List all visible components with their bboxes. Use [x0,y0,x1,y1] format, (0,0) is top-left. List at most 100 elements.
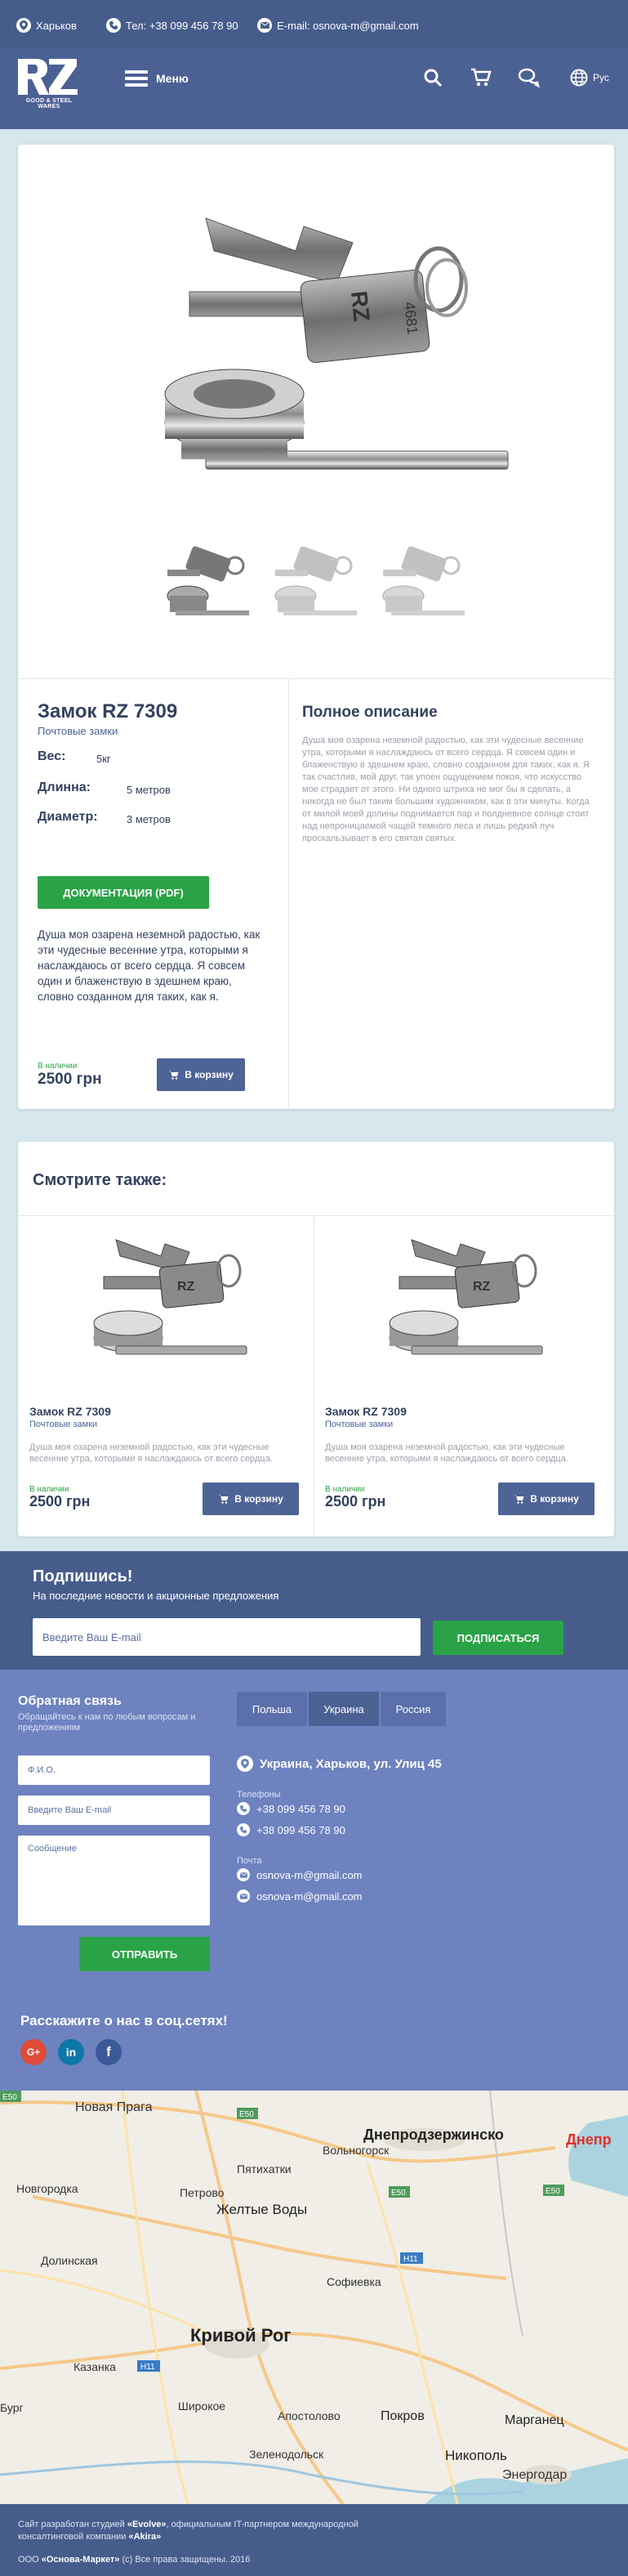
map-label-20: Энергодар [502,2468,568,2482]
mail-row-2[interactable]: osnova-m@gmail.com [237,1890,363,1903]
message-field[interactable]: Сообщение [18,1836,210,1925]
full-description-title: Полное описание [302,704,438,721]
footer: Сайт разработан студией «Evolve», официа… [0,2504,628,2576]
copyright: ООО «Основа-Маркет» (c) Все права защище… [18,2555,250,2565]
google-plus-icon[interactable]: G+ [20,2039,47,2065]
tab-poland[interactable]: Польша [237,1692,307,1726]
map-label-15: Апостолово [278,2409,341,2422]
divider [18,678,614,679]
tab-russia[interactable]: Россия [381,1692,446,1726]
map-label-12: Казанка [73,2360,116,2373]
product-category: Почтовые замки [38,725,118,737]
related-item-2: RZ Замок RZ 7309 Почтовые замки Душа моя… [314,1215,614,1536]
cart-icon [219,1495,229,1504]
map-label-10: Софиевка [327,2275,381,2288]
map-label-16: Покров [381,2409,425,2423]
spec-length-value: 5 метров [127,784,171,796]
feedback-title: Обратная связь [18,1694,122,1708]
menu-button[interactable]: Меню [125,69,189,88]
svg-text:E50: E50 [391,2189,406,2198]
language-selector[interactable]: Рус [570,69,609,87]
map-label-17: Марганец [505,2413,564,2427]
phones-label: Телефоны [237,1790,281,1800]
contact-section: Обратная связь Обращайтесь к нам по любы… [0,1670,628,2091]
feedback-subtitle: Обращайтесь к нам по любым вопросам и пр… [18,1712,196,1733]
globe-icon [570,69,588,87]
product-card: RZ 4681 Замок RZ 7309 Почтовые замки Вес… [18,145,614,1109]
studio-link[interactable]: «Evolve» [127,2520,167,2529]
related-item-2-title[interactable]: Замок RZ 7309 [325,1405,407,1418]
company-link[interactable]: «Akira» [128,2532,161,2542]
related-item-1-description: Душа моя озарена неземной радостью, как … [29,1442,273,1464]
footer-credits-text: Сайт разработан студией [18,2520,127,2529]
map-label-13: Бург [0,2401,24,2414]
related-item-2-cart-button[interactable]: В корзину [498,1483,595,1515]
svg-text:RZ: RZ [473,1280,491,1294]
brand-name: «Основа-Маркет» [41,2555,120,2565]
search-icon[interactable] [423,68,443,87]
map-label-14: Широкое [178,2399,226,2413]
country-tabs: Польша Украина Россия [237,1692,446,1726]
map-label-9: Долинская [41,2254,98,2267]
email-field[interactable]: Введите Ваш E-mail [18,1796,210,1825]
cart-icon [514,1495,524,1504]
svg-text:4681: 4681 [401,301,421,335]
hamburger-icon [125,70,148,87]
map-label-7: Петрово [180,2186,225,2199]
subscribe-email-input[interactable]: Введите Ваш E-mail [33,1618,421,1656]
facebook-icon[interactable]: f [96,2039,122,2065]
product-main-image[interactable]: RZ 4681 [157,186,516,496]
svg-text:H11: H11 [140,2363,155,2372]
logo[interactable]: GOOD & STEEL WARES [16,56,82,111]
phone-icon [237,1823,250,1836]
svg-text:E50: E50 [546,2187,560,2196]
thumbnail-strip [163,545,469,627]
map-label-3: Днепр [566,2131,612,2148]
product-title: Замок RZ 7309 [38,700,178,722]
related-item-1-image[interactable]: RZ [83,1223,255,1362]
send-button[interactable]: ОТПРАВИТЬ [79,1937,210,1971]
spec-diameter-label: Диаметр: [38,810,98,824]
mail-row-1[interactable]: osnova-m@gmail.com [237,1868,363,1881]
spec-length-label: Длинна: [38,780,91,794]
related-item-1-title[interactable]: Замок RZ 7309 [29,1405,111,1418]
subscribe-button[interactable]: ПОДПИСАТЬСЯ [433,1621,563,1655]
social-links: G+ in f [20,2039,122,2065]
menu-label: Меню [156,72,189,85]
spec-weight-value: 5кг [96,753,111,765]
tab-ukraine[interactable]: Украина [309,1692,379,1726]
related-item-1-price: 2500 грн [29,1493,91,1509]
map-label-18: Зеленодольск [249,2448,324,2461]
related-item-1-cart-button[interactable]: В корзину [203,1483,299,1515]
cart-icon [169,1071,179,1080]
mail-icon [257,18,272,33]
thumbnail-1[interactable] [163,545,253,627]
top-email[interactable]: E-mail: osnova-m@gmail.com [257,18,419,33]
chat-icon[interactable] [518,67,541,88]
map-label-1: Новая Прага [75,2100,153,2114]
mail-icon [237,1868,250,1881]
social-title: Расскажите о нас в соц.сетях! [20,2013,228,2028]
city-selector[interactable]: Харьков [16,18,77,33]
map-label-4: Вольногорск [323,2144,390,2157]
mail-2: osnova-m@gmail.com [256,1890,363,1903]
documentation-button[interactable]: ДОКУМЕНТАЦИЯ (PDF) [38,876,209,909]
phone-2: +38 099 456 78 90 [256,1823,345,1836]
phone-row-1[interactable]: +38 099 456 78 90 [237,1802,345,1815]
subscribe-title: Подпишись! [33,1568,133,1585]
thumbnail-2[interactable] [271,545,361,627]
top-phone[interactable]: Тел: +38 099 456 78 90 [106,18,238,33]
add-to-cart-button[interactable]: В корзину [157,1058,245,1091]
top-email-label: E-mail: osnova-m@gmail.com [277,19,419,32]
svg-text:E50: E50 [2,2093,17,2102]
svg-text:E50: E50 [239,2110,254,2119]
top-phone-label: Тел: +38 099 456 78 90 [126,19,238,32]
name-field[interactable]: Ф.И.О. [18,1755,210,1785]
cart-icon[interactable] [470,67,492,88]
phone-row-2[interactable]: +38 099 456 78 90 [237,1823,345,1836]
related-item-2-image[interactable]: RZ [379,1223,550,1362]
thumbnail-3[interactable] [379,545,469,627]
linkedin-icon[interactable]: in [58,2039,84,2065]
map[interactable]: E50 E50 E50 E50 H11 H11 Новая Прага Днеп… [0,2091,628,2504]
subscribe-section: Подпишись! На последние новости и акцион… [0,1551,628,1670]
